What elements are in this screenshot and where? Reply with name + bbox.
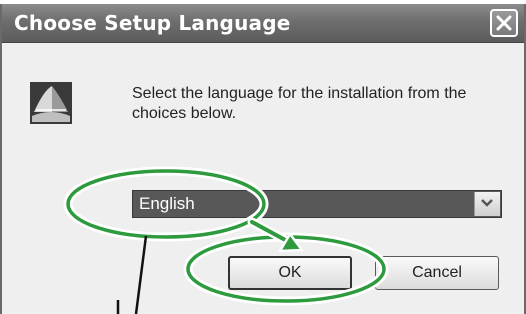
installer-app-icon: [30, 82, 72, 124]
ok-button[interactable]: OK: [228, 256, 352, 290]
dialog-message: Select the language for the installation…: [132, 85, 467, 122]
close-icon: [496, 15, 512, 31]
language-select[interactable]: English: [132, 190, 502, 218]
setup-language-dialog: Choose Setup Language Select the languag…: [0, 4, 526, 314]
dialog-title: Choose Setup Language: [14, 11, 291, 35]
cancel-button[interactable]: Cancel: [375, 256, 499, 290]
title-bar[interactable]: Choose Setup Language: [2, 4, 524, 43]
chevron-down-icon: [481, 199, 493, 207]
dropdown-button[interactable]: [474, 192, 500, 216]
close-button[interactable]: [490, 9, 518, 37]
language-select-value: English: [139, 194, 195, 213]
